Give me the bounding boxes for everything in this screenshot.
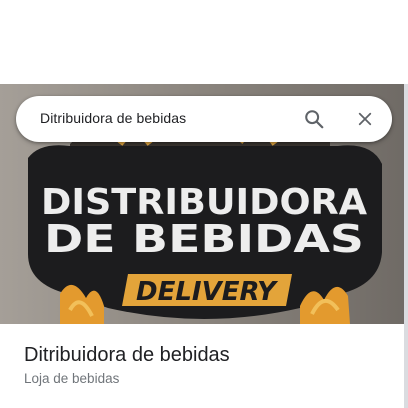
scrollbar[interactable] bbox=[404, 84, 408, 408]
logo-line2: DE BEBIDAS bbox=[44, 217, 364, 261]
logo-tag: DELIVERY bbox=[136, 277, 279, 307]
search-box[interactable]: Ditribuidora de bebidas bbox=[16, 96, 392, 142]
close-icon bbox=[358, 112, 372, 126]
top-blank-area bbox=[0, 0, 408, 84]
search-input[interactable]: Ditribuidora de bebidas bbox=[40, 110, 186, 126]
clear-search-button[interactable] bbox=[349, 103, 381, 135]
search-icon bbox=[305, 110, 324, 129]
search-button[interactable] bbox=[298, 103, 330, 135]
place-category: Loja de bebidas bbox=[24, 371, 120, 386]
place-info-panel: Ditribuidora de bebidas Loja de bebidas bbox=[0, 324, 404, 408]
place-name[interactable]: Ditribuidora de bebidas bbox=[24, 344, 230, 367]
